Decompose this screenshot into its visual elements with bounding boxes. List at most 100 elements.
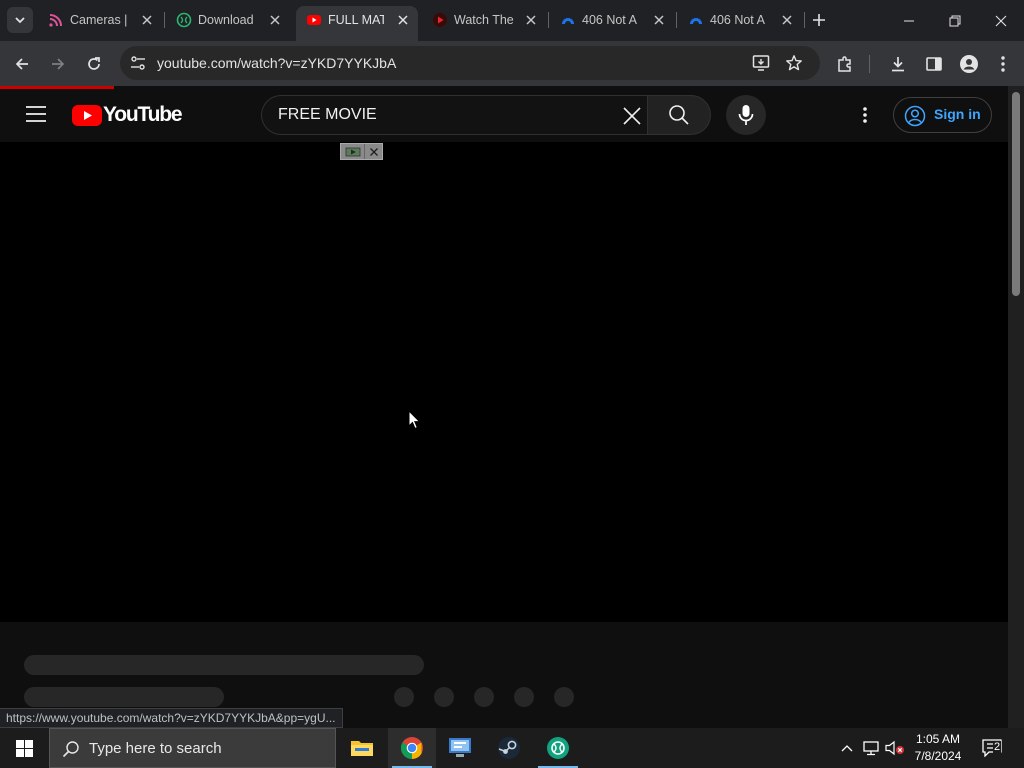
ad-info-icon[interactable] (341, 144, 365, 159)
ad-close-icon[interactable] (365, 144, 382, 159)
new-tab-icon[interactable] (810, 11, 828, 29)
windows-taskbar: Type here to search 1:05 AM 7/8/2024 2 (0, 728, 1024, 768)
show-hidden-icons-button[interactable] (838, 728, 856, 768)
volume-muted-icon (885, 740, 904, 756)
watch-site-icon (433, 13, 447, 27)
taskbar-search-placeholder: Type here to search (89, 740, 222, 757)
steam-taskbar-button[interactable] (485, 728, 533, 768)
browser-tab[interactable]: Watch The (422, 6, 546, 35)
ad-choices-overlay[interactable] (340, 143, 383, 160)
close-icon[interactable] (780, 13, 794, 27)
minimize-button[interactable] (886, 0, 932, 41)
reload-icon (88, 57, 100, 70)
chevron-down-icon (15, 17, 25, 24)
address-bar[interactable]: youtube.com/watch?v=zYKD7YYKJbA (120, 46, 820, 80)
browser-tab[interactable]: 406 Not A (550, 6, 674, 35)
search-icon (62, 741, 79, 758)
tab-search-button[interactable] (7, 7, 33, 33)
action-skeleton (554, 687, 574, 707)
page-load-progress (0, 86, 114, 89)
install-app-icon[interactable] (752, 54, 770, 72)
search-input-value: FREE MOVIE (278, 106, 377, 123)
minimize-icon (904, 20, 914, 21)
downloads-button[interactable] (885, 51, 911, 77)
puzzle-icon (838, 56, 851, 72)
chrome-menu-button[interactable] (990, 51, 1016, 77)
side-panel-button[interactable] (921, 51, 947, 77)
reload-button[interactable] (81, 51, 107, 77)
youtube-logo-text: YouTube (103, 103, 183, 126)
chrome-icon (401, 737, 423, 759)
youtube-logo[interactable]: YouTube (72, 103, 183, 127)
download-icon (892, 57, 904, 72)
clear-search-icon[interactable] (622, 106, 642, 126)
folder-icon (351, 741, 373, 756)
close-icon[interactable] (140, 13, 154, 27)
arrow-right-icon (52, 58, 65, 70)
youtube-header: YouTube FREE MOVIE Sign in (0, 86, 1008, 142)
browser-tab[interactable]: 406 Not A (678, 6, 802, 35)
link-status-bubble: https://www.youtube.com/watch?v=zYKD7YYK… (0, 708, 343, 728)
restore-icon (949, 15, 961, 26)
network-tray-icon[interactable] (861, 728, 881, 768)
network-icon (863, 741, 879, 756)
file-explorer-taskbar-button[interactable] (338, 728, 386, 768)
close-icon[interactable] (396, 13, 410, 27)
youtube-icon (307, 15, 321, 25)
guide-menu-button[interactable] (20, 102, 52, 126)
channel-skeleton (24, 687, 224, 707)
chatgpt-taskbar-button[interactable] (534, 728, 582, 768)
close-icon (995, 15, 1007, 26)
browser-tab-active[interactable]: FULL MATC (296, 6, 418, 41)
start-button[interactable] (0, 728, 48, 768)
search-button[interactable] (647, 95, 711, 135)
tab-title: 406 Not A (710, 13, 765, 27)
notifications-button[interactable]: 2 (980, 728, 1004, 768)
profile-button[interactable] (956, 51, 982, 77)
mouse-cursor-icon (408, 410, 421, 430)
video-player[interactable] (0, 142, 1008, 622)
extensions-button[interactable] (832, 51, 858, 77)
tab-title: Cameras | (70, 13, 128, 27)
site-settings-icon[interactable] (130, 56, 146, 70)
steam-icon (498, 737, 520, 759)
side-panel-icon (926, 57, 942, 71)
clock-time: 1:05 AM (915, 732, 961, 746)
youtube-page: YouTube FREE MOVIE Sign in (0, 86, 1008, 728)
tab-title: Download (198, 13, 254, 27)
close-window-button[interactable] (978, 0, 1024, 41)
remote-desktop-taskbar-button[interactable] (436, 728, 484, 768)
browser-tab[interactable]: Cameras | (38, 6, 162, 35)
search-icon (669, 105, 689, 125)
bookmark-star-icon[interactable] (785, 54, 803, 72)
restore-button[interactable] (932, 0, 978, 41)
close-icon[interactable] (652, 13, 666, 27)
cameras-icon (49, 14, 62, 27)
sign-in-label: Sign in (934, 106, 981, 122)
close-icon[interactable] (268, 13, 282, 27)
chrome-taskbar-button[interactable] (388, 728, 436, 768)
hamburger-menu-icon (26, 106, 46, 122)
taskbar-clock[interactable]: 1:05 AM 7/8/2024 (906, 731, 970, 765)
openai-icon (547, 737, 569, 759)
page-scrollbar[interactable] (1008, 86, 1024, 728)
more-vert-icon (1001, 56, 1005, 72)
scrollbar-thumb[interactable] (1012, 92, 1020, 296)
settings-more-button[interactable] (857, 104, 873, 126)
browser-tab-strip: Cameras | Download FULL MATC Watch The 4… (0, 0, 1024, 41)
volume-tray-icon[interactable] (884, 728, 906, 768)
taskbar-search-box[interactable]: Type here to search (49, 728, 336, 768)
action-skeleton (434, 687, 454, 707)
microphone-icon (738, 105, 754, 125)
title-skeleton (24, 655, 424, 675)
sign-in-button[interactable]: Sign in (893, 97, 992, 133)
voice-search-button[interactable] (726, 95, 766, 135)
browser-tab[interactable]: Download (166, 6, 290, 35)
search-input[interactable]: FREE MOVIE (261, 95, 648, 135)
forward-button[interactable] (45, 51, 71, 77)
chevron-up-icon (841, 745, 853, 752)
back-button[interactable] (9, 51, 35, 77)
url-text: youtube.com/watch?v=zYKD7YYKJbA (157, 55, 397, 71)
close-icon[interactable] (524, 13, 538, 27)
tab-title: Watch The (454, 13, 514, 27)
